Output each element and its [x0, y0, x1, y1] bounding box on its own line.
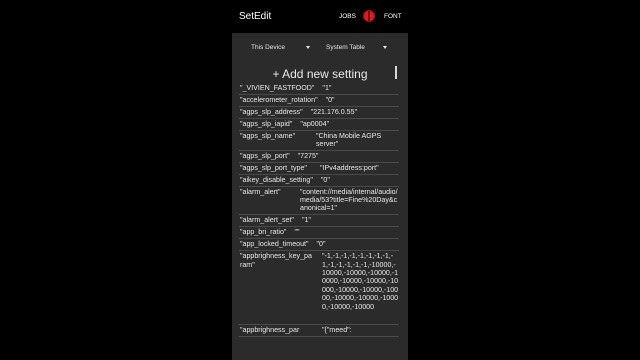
app-bar: SetEdit JOBS FONT [232, 0, 408, 33]
setting-key: "agps_slp_name" [240, 131, 296, 140]
list-item[interactable]: "alarm_alert" "content://media/internal/… [239, 187, 399, 216]
setting-value: "0" [316, 240, 326, 249]
app-title: SetEdit [239, 11, 272, 22]
list-item[interactable]: "agps_slp_iapid" "ap0004" [239, 119, 399, 131]
setting-value: "China Mobile AGPS server" [316, 131, 382, 149]
setting-key: "agps_slp_iapid" [240, 119, 293, 128]
setting-key: "agps_slp_port" [240, 151, 290, 160]
list-item[interactable]: "app_locked_timeout" "0" [239, 239, 399, 252]
setting-value: "" [294, 228, 300, 237]
setting-value: "ap0004" [300, 119, 330, 128]
chevron-down-icon [306, 46, 310, 49]
list-item[interactable]: "agps_slp_address" "221.176.0.55" [239, 107, 399, 119]
setting-key: "app_locked_timeout" [240, 240, 309, 249]
setting-key: "_VIVIEN_FASTFOOD" [240, 84, 315, 92]
table-selector-label: System Table [326, 44, 365, 51]
setting-value: "0" [320, 175, 330, 184]
table-selector[interactable]: System Table [326, 44, 390, 54]
setting-value: "{"meed": [322, 326, 352, 335]
setting-key: "appbrighness_par [240, 326, 300, 335]
setting-key: "appbrighness_key_param" [240, 252, 312, 269]
setting-value: "IPv4address:port" [320, 163, 379, 172]
setting-value: "-1,-1,-1,-1,-1,-1,-1,-1,-1,-1,-1,-1,-1,… [322, 252, 399, 311]
ladybug-icon[interactable] [363, 10, 375, 22]
list-item[interactable]: "agps_slp_name" "China Mobile AGPS serve… [239, 131, 399, 151]
setting-key: "app_bri_ratio" [240, 228, 287, 237]
list-item[interactable]: "appbrighness_par "{"meed": [239, 325, 399, 337]
font-button[interactable]: FONT [384, 13, 402, 20]
list-item[interactable]: "alarm_alert_set" "1" [239, 215, 399, 228]
setting-value: "1" [322, 84, 332, 92]
device-selector[interactable]: This Device [251, 44, 311, 54]
setting-key: "accelerometer_rotation" [240, 95, 318, 104]
setting-key: "alarm_alert" [240, 187, 281, 196]
add-setting-button[interactable]: + Add new setting [232, 67, 408, 81]
list-item[interactable]: "appbrighness_key_param" "-1,-1,-1,-1,-1… [239, 251, 399, 326]
setting-key: "aikey_disable_setting" [240, 175, 313, 184]
scrollbar[interactable] [395, 66, 397, 79]
list-item[interactable]: "agps_slp_port" "7275" [239, 151, 399, 163]
app-window: SetEdit JOBS FONT This Device System Tab… [232, 0, 408, 360]
setting-key: "agps_slp_address" [240, 107, 303, 116]
list-item[interactable]: "accelerometer_rotation" "0" [239, 95, 399, 107]
list-item[interactable]: "aikey_disable_setting" "0" [239, 175, 399, 187]
setting-value: "7275" [297, 151, 319, 160]
list-item[interactable]: "app_bri_ratio" "" [239, 227, 399, 240]
device-selector-label: This Device [251, 44, 285, 51]
setting-value: "0" [325, 95, 335, 104]
setting-key: "alarm_alert_set" [240, 216, 294, 225]
list-item[interactable]: "_VIVIEN_FASTFOOD" "1" [239, 83, 399, 95]
setting-value: "content://media/internal/audio/media/53… [300, 187, 398, 213]
list-item[interactable]: "agps_slp_port_type" "IPv4address:port" [239, 163, 399, 175]
setting-key: "agps_slp_port_type" [240, 163, 307, 172]
setting-value: "1" [301, 216, 311, 225]
setting-value: "221.176.0.55" [310, 107, 358, 116]
chevron-down-icon [383, 46, 387, 49]
settings-list: "_VIVIEN_FASTFOOD" "1" "accelerometer_ro… [239, 83, 399, 337]
jobs-button[interactable]: JOBS [339, 13, 356, 20]
